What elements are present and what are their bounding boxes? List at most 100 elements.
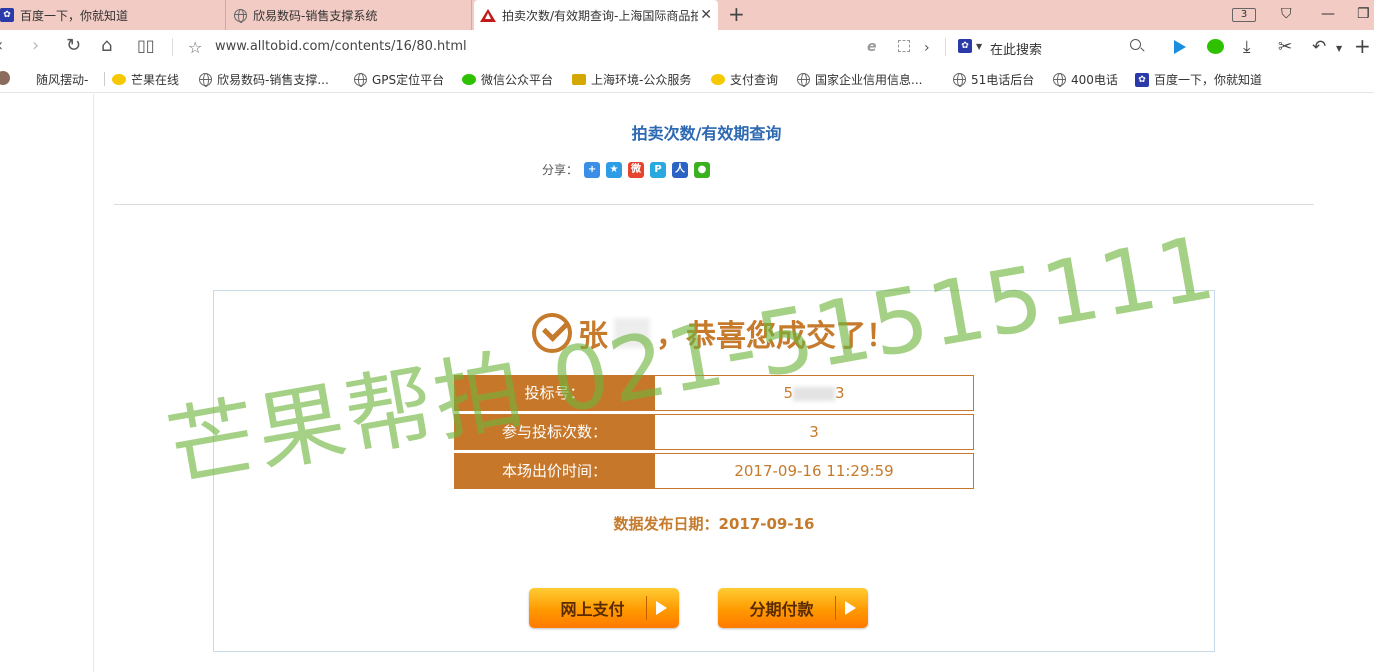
congrats-heading: 张 ，恭喜您成交了！ — [214, 311, 1214, 355]
bookmark-label: GPS定位平台 — [372, 73, 445, 87]
add-icon[interactable]: + — [1354, 34, 1371, 58]
bookmark-item[interactable]: GPS定位平台 — [354, 71, 444, 88]
navigation-bar: ‹ › ↻ ⌂ ▯▯ ☆ www.alltobid.com/contents/1… — [0, 30, 1374, 63]
close-tab-icon[interactable]: ✕ — [700, 7, 712, 23]
search-engine-selector[interactable]: ✿ ▼ — [958, 39, 982, 53]
globe-icon — [953, 73, 966, 87]
bookmark-label: 百度一下，你就知道 — [1154, 73, 1263, 87]
minimize-icon[interactable]: — — [1321, 6, 1335, 22]
redacted-bid-number — [793, 386, 835, 401]
divider — [646, 596, 647, 620]
globe-icon — [199, 73, 212, 87]
undo-icon[interactable]: ↶ — [1312, 37, 1326, 57]
bookmark-item[interactable]: 芒果在线 — [112, 71, 179, 88]
chevron-down-icon: ▼ — [976, 41, 983, 51]
page-border — [93, 94, 94, 672]
qzone-icon[interactable]: ★ — [606, 161, 623, 178]
wechat-icon — [462, 74, 476, 85]
reading-mode-icon[interactable]: ▯▯ — [137, 36, 155, 56]
mango-icon — [112, 74, 126, 85]
divider — [945, 38, 946, 56]
tab-auction-query[interactable]: 拍卖次数/有效期查询-上海国际商品拍 ✕ — [474, 0, 718, 30]
back-icon[interactable]: ‹ — [0, 36, 3, 56]
bookmark-label: 国家企业信用信息... — [815, 73, 923, 87]
weibo-icon[interactable]: 微 — [628, 161, 645, 178]
home-icon[interactable]: ⌂ — [101, 36, 112, 56]
tab-xinyi[interactable]: 欣易数码-销售支撑系统 — [228, 0, 472, 30]
forward-icon[interactable]: › — [32, 36, 39, 56]
ie-compat-icon[interactable]: e — [867, 39, 877, 55]
bookmark-label: 随风摆动- — [36, 73, 89, 87]
bookmark-item[interactable]: 支付查询 — [711, 71, 778, 88]
tab-title: 百度一下，你就知道 — [20, 8, 129, 23]
bookmark-item[interactable]: 51电话后台 — [953, 71, 1034, 88]
wechat-icon[interactable] — [1207, 39, 1224, 54]
avatar — [0, 71, 10, 85]
redacted-name — [614, 318, 650, 348]
table-row: 投标号： 53 — [454, 375, 974, 411]
congrats-text: ，恭喜您成交了！ — [656, 319, 896, 354]
bookmark-item[interactable]: 随风摆动- — [36, 71, 88, 88]
bookmark-item[interactable]: 上海环境-公众服务 — [572, 71, 691, 88]
scissors-icon[interactable]: ✂ — [1278, 37, 1292, 57]
bookmark-label: 上海环境-公众服务 — [591, 73, 692, 87]
globe-icon — [797, 73, 810, 87]
pay-online-label: 网上支付 — [560, 600, 625, 619]
bookmark-item[interactable]: 国家企业信用信息... — [797, 71, 922, 88]
tab-title: 拍卖次数/有效期查询-上海国际商品拍 — [502, 8, 698, 23]
divider — [104, 72, 105, 86]
search-input[interactable]: 在此搜索 — [990, 39, 1042, 58]
new-tab-button[interactable]: + — [728, 4, 745, 24]
bookmark-item[interactable]: 微信公众平台 — [462, 71, 553, 88]
bid-count-value: 3 — [655, 414, 974, 450]
address-bar[interactable]: www.alltobid.com/contents/16/80.html — [215, 39, 467, 54]
tencent-weibo-icon[interactable]: P — [650, 161, 667, 178]
divider — [114, 204, 1314, 205]
bookmark-star-icon[interactable]: ☆ — [188, 38, 202, 57]
share-label: 分享： — [542, 163, 579, 177]
chevron-right-icon[interactable]: › — [924, 38, 930, 58]
bookmark-item[interactable]: ✿ 百度一下，你就知道 — [1135, 71, 1262, 88]
share-more-icon[interactable]: + — [584, 161, 601, 178]
bookmark-label: 芒果在线 — [131, 73, 180, 87]
tab-bar: ✿ 百度一下，你就知道 欣易数码-销售支撑系统 拍卖次数/有效期查询-上海国际商… — [0, 0, 1374, 30]
bookmark-label: 51电话后台 — [971, 73, 1035, 87]
table-row: 本场出价时间： 2017-09-16 11:29:59 — [454, 453, 974, 489]
bookmarks-bar: 随风摆动- 芒果在线 欣易数码-销售支撑... GPS定位平台 微信公众平台 上… — [0, 63, 1374, 93]
globe-icon — [234, 8, 247, 23]
tab-count-badge[interactable]: 3 — [1232, 8, 1256, 22]
bid-number-suffix: 3 — [835, 384, 845, 402]
bid-number-prefix: 5 — [783, 384, 793, 402]
play-arrow-icon — [656, 601, 667, 615]
recycle-icon — [572, 74, 586, 85]
qr-code-icon[interactable] — [898, 40, 910, 52]
check-circle-icon — [532, 313, 572, 353]
shirt-skin-icon[interactable]: ⛉ — [1281, 6, 1292, 22]
refresh-icon[interactable]: ↻ — [66, 36, 81, 56]
bookmark-item[interactable]: 欣易数码-销售支撑... — [199, 71, 329, 88]
mango-icon — [711, 74, 725, 85]
globe-icon — [1053, 73, 1066, 87]
installment-button[interactable]: 分期付款 — [718, 588, 868, 628]
divider — [172, 38, 173, 56]
bookmark-item[interactable]: 400电话 — [1053, 71, 1118, 88]
bid-time-label: 本场出价时间： — [454, 453, 655, 489]
download-icon[interactable]: ⤓ — [1243, 37, 1251, 57]
bookmark-label: 支付查询 — [730, 73, 779, 87]
search-icon[interactable] — [1130, 39, 1141, 50]
video-play-icon[interactable] — [1174, 40, 1186, 54]
divider — [835, 596, 836, 620]
bid-count-label: 参与投标次数： — [454, 414, 655, 450]
wechat-share-icon[interactable]: ● — [694, 161, 711, 178]
tab-title: 欣易数码-销售支撑系统 — [253, 8, 378, 23]
bookmark-label: 微信公众平台 — [481, 73, 554, 87]
renren-icon[interactable]: 人 — [672, 161, 689, 178]
pay-online-button[interactable]: 网上支付 — [529, 588, 679, 628]
tab-baidu[interactable]: ✿ 百度一下，你就知道 — [0, 0, 226, 30]
globe-icon — [354, 73, 367, 87]
table-row: 参与投标次数： 3 — [454, 414, 974, 450]
play-arrow-icon — [845, 601, 856, 615]
baidu-paw-icon: ✿ — [1135, 72, 1149, 87]
restore-icon[interactable]: ❐ — [1357, 6, 1370, 22]
chevron-down-icon[interactable]: ▼ — [1336, 44, 1342, 53]
